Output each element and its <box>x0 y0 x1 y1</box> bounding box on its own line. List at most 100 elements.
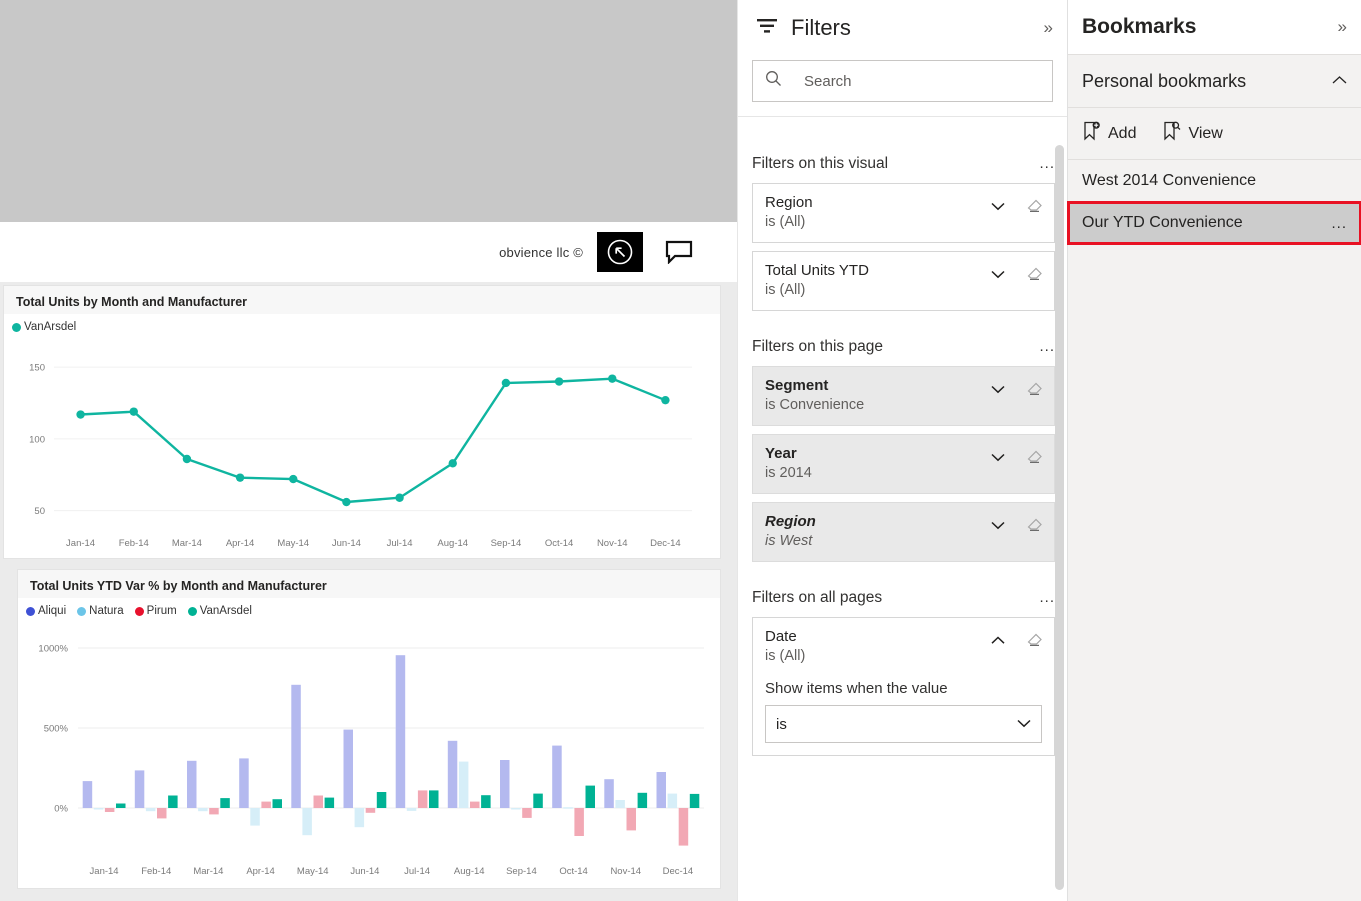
bar[interactable] <box>448 741 458 808</box>
visual-line-chart[interactable]: Total Units by Month and Manufacturer Va… <box>4 286 720 558</box>
legend-item-vanarsdel[interactable]: VanArsdel <box>12 321 76 333</box>
legend-item-pirum[interactable]: Pirum <box>135 605 177 617</box>
search-input[interactable] <box>802 72 1040 91</box>
filter-card-year[interactable]: Yearis 2014 <box>752 434 1055 494</box>
bar[interactable] <box>396 655 406 808</box>
clear-filter-eraser-icon[interactable] <box>1025 629 1044 653</box>
bar[interactable] <box>168 796 178 809</box>
chevron-down-icon[interactable] <box>1017 715 1031 733</box>
line-data-point[interactable] <box>76 410 84 418</box>
bar[interactable] <box>481 795 491 808</box>
bar[interactable] <box>522 808 532 818</box>
bar[interactable] <box>157 808 167 818</box>
add-bookmark-button[interactable]: Add <box>1082 121 1136 146</box>
bar[interactable] <box>273 799 283 808</box>
bar[interactable] <box>563 807 573 809</box>
clear-filter-eraser-icon[interactable] <box>1025 195 1044 219</box>
bar[interactable] <box>146 808 156 811</box>
bar[interactable] <box>470 802 480 808</box>
bar[interactable] <box>314 796 324 809</box>
bar[interactable] <box>586 786 596 808</box>
bookmark-menu-icon[interactable]: ... <box>1331 215 1347 232</box>
bar[interactable] <box>668 794 678 808</box>
bar[interactable] <box>116 804 126 809</box>
line-data-point[interactable] <box>555 377 563 385</box>
line-data-point[interactable] <box>342 498 350 506</box>
chevron-double-right-icon[interactable]: » <box>1044 18 1053 38</box>
bar[interactable] <box>135 770 145 808</box>
chevron-up-icon[interactable] <box>991 634 1005 648</box>
line-data-point[interactable] <box>661 396 669 404</box>
bar[interactable] <box>604 779 614 808</box>
bar[interactable] <box>187 761 197 808</box>
bar[interactable] <box>459 762 469 808</box>
line-data-point[interactable] <box>289 475 297 483</box>
bar[interactable] <box>198 808 208 811</box>
filters-section-menu-icon[interactable]: ... <box>1039 589 1055 606</box>
bar[interactable] <box>638 793 648 808</box>
chevron-down-icon[interactable] <box>991 451 1005 465</box>
filter-card-region[interactable]: Regionis West <box>752 502 1055 562</box>
bar[interactable] <box>500 760 510 808</box>
bar[interactable] <box>83 781 93 808</box>
view-bookmark-button[interactable]: View <box>1162 121 1222 146</box>
arrow-circle-icon[interactable] <box>597 232 643 272</box>
line-data-point[interactable] <box>502 379 510 387</box>
bar[interactable] <box>657 772 667 808</box>
line-data-point[interactable] <box>395 494 403 502</box>
legend-item-natura[interactable]: Natura <box>77 605 124 617</box>
bar[interactable] <box>418 790 428 808</box>
bar[interactable] <box>690 794 700 808</box>
legend-item-aliqui[interactable]: Aliqui <box>26 605 66 617</box>
clear-filter-eraser-icon[interactable] <box>1025 514 1044 538</box>
bar[interactable] <box>574 808 584 836</box>
clear-filter-eraser-icon[interactable] <box>1025 378 1044 402</box>
clear-filter-eraser-icon[interactable] <box>1025 446 1044 470</box>
filter-card-region[interactable]: Regionis (All) <box>752 183 1055 243</box>
bar[interactable] <box>429 790 439 808</box>
bar[interactable] <box>511 808 520 810</box>
filter-card-segment[interactable]: Segmentis Convenience <box>752 366 1055 426</box>
bar[interactable] <box>366 808 376 813</box>
bar[interactable] <box>355 808 365 827</box>
filters-section-menu-icon[interactable]: ... <box>1039 155 1055 172</box>
visual-bar-chart[interactable]: Total Units YTD Var % by Month and Manuf… <box>18 570 720 888</box>
chevron-down-icon[interactable] <box>991 268 1005 282</box>
chevron-down-icon[interactable] <box>991 200 1005 214</box>
legend-item-vanarsdel[interactable]: VanArsdel <box>188 605 252 617</box>
bookmark-item[interactable]: West 2014 Convenience <box>1068 160 1361 202</box>
line-data-point[interactable] <box>130 407 138 415</box>
filters-pane-scrollbar[interactable] <box>1055 145 1064 890</box>
line-data-point[interactable] <box>449 459 457 467</box>
bar[interactable] <box>679 808 689 846</box>
filter-card-date[interactable]: Dateis (All)Show items when the valueis <box>752 617 1055 756</box>
bar[interactable] <box>552 746 562 808</box>
filters-sections-scroll[interactable]: Filters on this visual...Regionis (All)T… <box>738 128 1069 901</box>
search-box[interactable] <box>752 60 1053 102</box>
bar[interactable] <box>325 798 335 808</box>
bar[interactable] <box>615 800 625 808</box>
filter-condition-select[interactable]: is <box>765 705 1042 743</box>
bar[interactable] <box>105 808 115 812</box>
bar[interactable] <box>250 808 259 826</box>
bar[interactable] <box>291 685 301 808</box>
comment-icon[interactable] <box>651 232 707 272</box>
chevron-double-right-icon[interactable]: » <box>1338 17 1347 37</box>
bar[interactable] <box>407 808 417 811</box>
filters-section-menu-icon[interactable]: ... <box>1039 338 1055 355</box>
chevron-up-icon[interactable] <box>1332 72 1347 90</box>
line-data-point[interactable] <box>183 455 191 463</box>
bar[interactable] <box>261 802 271 808</box>
bar[interactable] <box>377 792 387 808</box>
line-data-point[interactable] <box>608 374 616 382</box>
clear-filter-eraser-icon[interactable] <box>1025 263 1044 287</box>
line-data-point[interactable] <box>236 473 244 481</box>
bookmark-item[interactable]: Our YTD Convenience... <box>1068 202 1361 244</box>
bar[interactable] <box>239 758 249 808</box>
bar[interactable] <box>302 808 312 835</box>
bar[interactable] <box>627 808 637 830</box>
bar[interactable] <box>209 808 219 814</box>
chevron-down-icon[interactable] <box>991 383 1005 397</box>
bar[interactable] <box>533 794 543 808</box>
chevron-down-icon[interactable] <box>991 519 1005 533</box>
